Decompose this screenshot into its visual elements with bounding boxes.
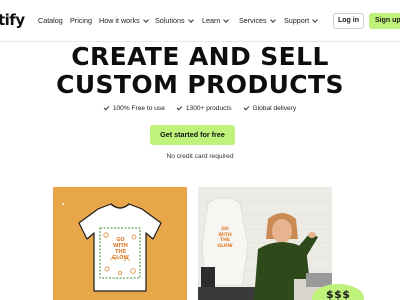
nav-item-learn[interactable]: Learn xyxy=(202,16,230,25)
nav-item-solutions[interactable]: Solutions xyxy=(155,16,194,25)
chevron-down-icon xyxy=(223,16,230,23)
nav-item-how-it-works[interactable]: How it works xyxy=(99,16,149,25)
feature-item: 1300+ products xyxy=(176,104,232,112)
feature-label: 100% Free to use xyxy=(112,105,165,112)
tshirt-mockup-card: GO WITH THE GLOW xyxy=(53,187,187,300)
feature-list: 100% Free to use 1300+ products Global d… xyxy=(0,104,400,112)
chevron-down-icon xyxy=(142,16,149,23)
held-shirt-print-text: GO WITH THE GLOW xyxy=(217,227,233,249)
no-credit-card-note: No credit card required xyxy=(166,153,234,160)
sticker-text: $$$ xyxy=(326,288,351,300)
signup-button[interactable]: Sign up xyxy=(369,13,400,29)
nav-item-catalog[interactable]: Catalog xyxy=(38,16,63,25)
feature-label: 1300+ products xyxy=(185,105,232,112)
nav-item-services[interactable]: Services xyxy=(239,16,276,25)
nav-item-pricing[interactable]: Pricing xyxy=(70,16,92,25)
checkmark-icon xyxy=(243,104,249,111)
nav-item-label: Pricing xyxy=(70,16,92,25)
feature-item: Global delivery xyxy=(243,104,297,112)
top-navigation: tify Catalog Pricing How it works Soluti… xyxy=(0,0,400,42)
nav-item-label: Support xyxy=(284,16,310,25)
feature-label: Global delivery xyxy=(252,105,297,112)
nav-item-label: Catalog xyxy=(38,16,63,25)
nav-item-label: Learn xyxy=(202,16,221,25)
hero-headline-line1: CREATE AND SELL xyxy=(71,42,329,71)
chevron-down-icon xyxy=(187,16,194,23)
brand-logo[interactable]: tify xyxy=(0,11,25,29)
checkmark-icon xyxy=(103,104,110,111)
nav-item-label: Solutions xyxy=(155,16,185,25)
shirt-print-text: GO WITH THE GLOW xyxy=(112,237,129,261)
chevron-down-icon xyxy=(269,16,276,23)
feature-item: 100% Free to use xyxy=(103,104,165,112)
chevron-down-icon xyxy=(312,16,319,23)
money-sticker: $$$ xyxy=(310,280,370,300)
login-button[interactable]: Log in xyxy=(333,13,364,29)
nav-item-support[interactable]: Support xyxy=(284,16,319,25)
nav-item-label: Services xyxy=(239,16,267,25)
nav-item-label: How it works xyxy=(99,16,140,25)
get-started-button[interactable]: Get started for free xyxy=(150,125,235,145)
hero-headline-line2: CUSTOM PRODUCTS xyxy=(56,70,344,99)
checkmark-icon xyxy=(176,104,183,111)
